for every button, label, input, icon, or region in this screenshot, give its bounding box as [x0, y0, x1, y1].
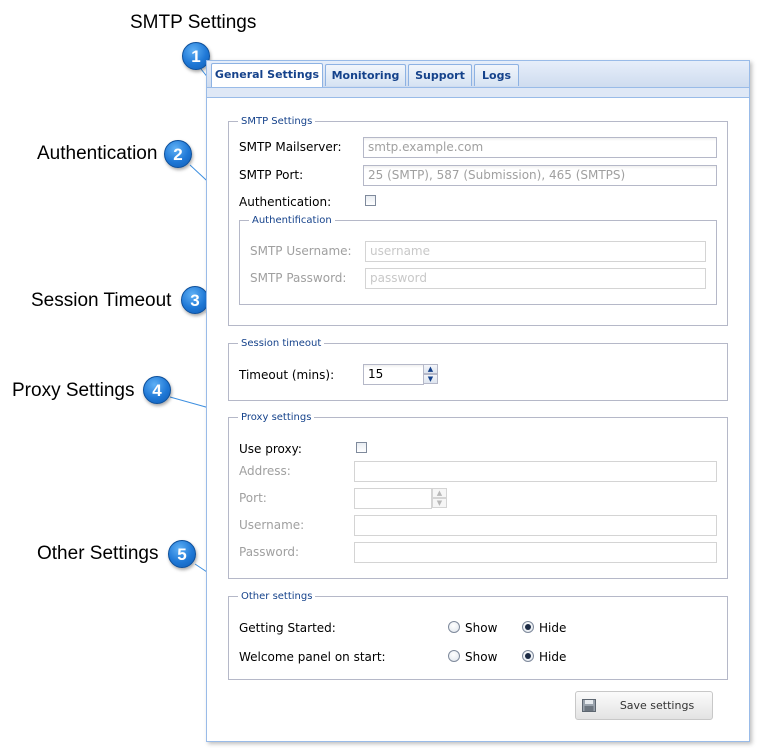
proxy-password-label: Password:: [239, 545, 300, 559]
welcome-panel-hide-label: Hide: [539, 650, 567, 664]
authentication-checkbox[interactable]: [365, 195, 376, 206]
settings-window: General Settings Monitoring Support Logs…: [206, 60, 750, 742]
smtp-port-label: SMTP Port:: [239, 168, 304, 182]
tab-support[interactable]: Support: [408, 64, 472, 86]
spinner-up-icon[interactable]: ▲: [432, 488, 447, 498]
spinner-down-icon[interactable]: ▼: [432, 498, 447, 508]
callout-label-smtp: SMTP Settings: [130, 12, 257, 33]
callout-badge-3: 3: [181, 286, 209, 314]
spinner-down-icon[interactable]: ▼: [423, 374, 438, 384]
proxy-username-label: Username:: [239, 518, 305, 532]
getting-started-show-radio[interactable]: [448, 621, 460, 633]
authentification-legend: Authentification: [252, 215, 332, 226]
getting-started-hide-label: Hide: [539, 621, 567, 635]
proxy-port-input[interactable]: [354, 488, 432, 509]
timeout-label: Timeout (mins):: [239, 368, 335, 382]
smtp-username-input[interactable]: username: [365, 241, 706, 262]
smtp-mailserver-input[interactable]: smtp.example.com: [363, 137, 717, 158]
other-settings-fieldset: Other settings: [228, 591, 728, 680]
proxy-username-input[interactable]: [354, 515, 717, 536]
spinner-up-icon[interactable]: ▲: [423, 364, 438, 374]
save-settings-label: Save settings: [619, 699, 695, 712]
tab-general-settings[interactable]: General Settings: [211, 63, 323, 87]
proxy-password-input[interactable]: [354, 542, 717, 563]
authentication-label: Authentication:: [239, 195, 332, 209]
welcome-panel-label: Welcome panel on start:: [239, 650, 386, 664]
welcome-panel-hide-radio[interactable]: [522, 650, 534, 662]
callout-badge-4: 4: [143, 376, 171, 404]
timeout-input[interactable]: 15: [363, 364, 424, 385]
getting-started-hide-radio[interactable]: [522, 621, 534, 633]
proxy-address-input[interactable]: [354, 461, 717, 482]
tab-monitoring[interactable]: Monitoring: [325, 64, 406, 86]
proxy-address-label: Address:: [239, 464, 291, 478]
callout-badge-2: 2: [164, 140, 192, 168]
proxy-port-label: Port:: [239, 491, 267, 505]
getting-started-label: Getting Started:: [239, 621, 336, 635]
proxy-settings-legend: Proxy settings: [241, 412, 312, 423]
session-timeout-legend: Session timeout: [241, 338, 322, 349]
welcome-panel-show-radio[interactable]: [448, 650, 460, 662]
callout-label-proxy: Proxy Settings: [12, 380, 135, 401]
tab-bar: General Settings Monitoring Support Logs: [207, 61, 749, 88]
smtp-password-input[interactable]: password: [365, 268, 706, 289]
smtp-password-label: SMTP Password:: [250, 271, 347, 285]
callout-label-session-timeout: Session Timeout: [31, 290, 172, 311]
getting-started-show-label: Show: [465, 621, 498, 635]
proxy-port-spinner[interactable]: ▲ ▼: [432, 488, 447, 509]
save-settings-button[interactable]: Save settings: [575, 691, 713, 720]
smtp-mailserver-label: SMTP Mailserver:: [239, 140, 342, 154]
callout-label-other: Other Settings: [37, 543, 159, 564]
use-proxy-checkbox[interactable]: [356, 442, 367, 453]
save-icon: [582, 699, 596, 712]
use-proxy-label: Use proxy:: [239, 442, 302, 456]
tab-logs[interactable]: Logs: [474, 64, 519, 86]
timeout-spinner[interactable]: ▲ ▼: [423, 364, 438, 385]
callout-label-authentication: Authentication: [37, 143, 158, 164]
smtp-username-label: SMTP Username:: [250, 244, 352, 258]
smtp-port-input[interactable]: 25 (SMTP), 587 (Submission), 465 (SMTPS): [363, 165, 717, 186]
other-settings-legend: Other settings: [241, 591, 313, 602]
smtp-settings-legend: SMTP Settings: [241, 116, 313, 127]
callout-badge-5: 5: [168, 540, 196, 568]
welcome-panel-show-label: Show: [465, 650, 498, 664]
general-settings-panel: SMTP Settings SMTP Mailserver: smtp.exam…: [207, 97, 749, 741]
